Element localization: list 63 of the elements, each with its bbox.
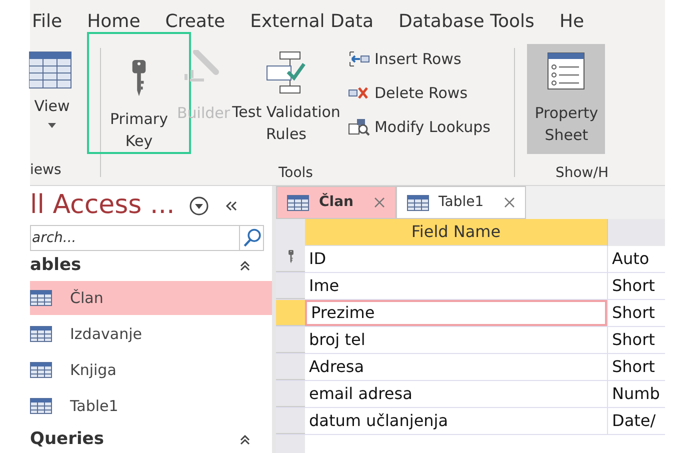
table-icon [30, 326, 52, 342]
table-icon [406, 194, 428, 210]
lookup-icon [348, 118, 370, 136]
table-icon [30, 362, 52, 378]
table-cell[interactable]: ID [305, 246, 607, 272]
group-label: Show/H [555, 164, 608, 183]
group-label: iews [30, 161, 62, 180]
test-validation-button[interactable]: Test Validation Rules [232, 50, 340, 145]
nav-item[interactable]: Table1 [30, 389, 272, 423]
menu-tab[interactable]: Create [165, 8, 226, 34]
datasheet-view-icon[interactable] [29, 50, 73, 90]
nav-item[interactable]: Član [30, 281, 272, 315]
caret-icon [48, 123, 56, 128]
table-cell[interactable]: datum učlanjenja [305, 408, 607, 434]
collapse-icon[interactable] [240, 261, 250, 271]
document-tab[interactable]: Član [276, 186, 396, 219]
validation-icon [264, 50, 308, 94]
close-icon[interactable] [504, 197, 515, 208]
table-cell[interactable]: Date/ [607, 408, 665, 434]
table-cell[interactable]: Short [607, 300, 665, 326]
menu-tab[interactable]: Database Tools [398, 8, 534, 34]
search-icon[interactable] [239, 226, 263, 250]
row-selector[interactable] [276, 246, 305, 272]
table-cell[interactable]: Numb [607, 381, 665, 407]
menu-tab[interactable]: He [559, 8, 584, 34]
document-tab[interactable]: Table1 [396, 186, 526, 219]
search-field[interactable]: arch... [30, 225, 264, 251]
ribbon-command[interactable]: Insert Rows [348, 48, 490, 70]
property-sheet-button[interactable]: Property Sheet [527, 44, 606, 154]
table-cell[interactable]: Ime [305, 273, 607, 299]
menu-tab[interactable]: Home [87, 8, 140, 34]
table-cell[interactable]: Auto [607, 246, 665, 272]
table-cell[interactable]: broj tel [305, 327, 607, 353]
table-cell[interactable]: Short [607, 273, 665, 299]
insert-rows-icon [348, 50, 370, 68]
ribbon-command[interactable]: Delete Rows [348, 82, 490, 104]
collapse-icon[interactable] [224, 200, 237, 212]
key-icon [131, 60, 147, 98]
table-cell[interactable]: Short [607, 327, 665, 353]
view-button[interactable]: View [34, 95, 70, 117]
table-icon [287, 194, 309, 210]
collapse-icon[interactable] [240, 435, 250, 445]
table-cell[interactable]: Short [607, 354, 665, 380]
search-input[interactable]: arch... [31, 228, 239, 248]
table-cell[interactable]: email adresa [305, 381, 607, 407]
table-cell[interactable]: Prezime [305, 300, 607, 326]
ribbon-command[interactable]: Modify Lookups [348, 116, 490, 138]
nav-item[interactable]: Izdavanje [30, 317, 272, 351]
nav-section-header[interactable]: ables [30, 253, 82, 279]
menu-tab[interactable]: External Data [250, 8, 374, 34]
column-header[interactable]: Field Name [305, 219, 607, 246]
dropdown-icon[interactable] [188, 196, 209, 216]
group-label: Tools [278, 164, 313, 183]
table-icon [30, 290, 52, 306]
nav-pane-title: ll Access ... [30, 189, 175, 222]
key-icon [288, 250, 294, 264]
property-sheet-icon [547, 52, 586, 90]
table-icon [30, 398, 52, 414]
close-icon[interactable] [374, 197, 384, 208]
menu-tab[interactable]: File [32, 8, 62, 34]
nav-section-header[interactable]: Queries [30, 427, 104, 453]
table-cell[interactable]: Adresa [305, 354, 607, 380]
nav-item[interactable]: Knjiga [30, 353, 272, 387]
